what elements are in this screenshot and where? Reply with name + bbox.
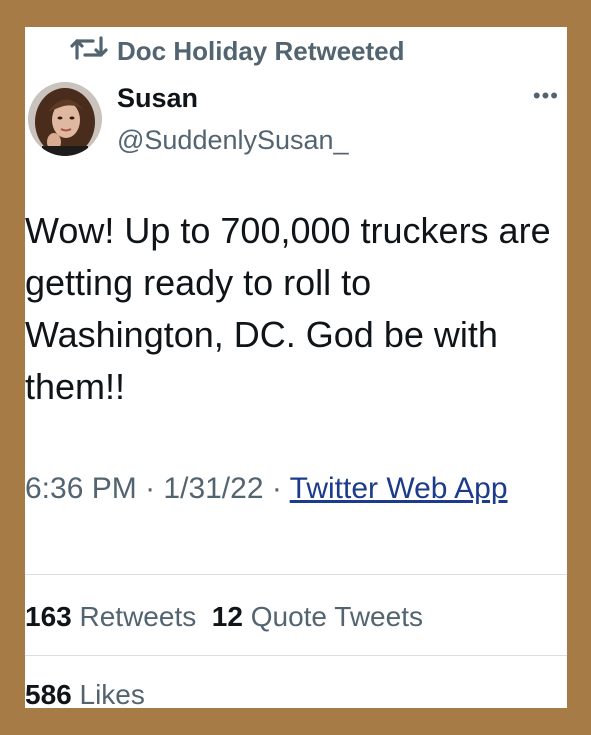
author-handle[interactable]: @SuddenlySusan_ (117, 125, 349, 156)
retweets-label: Retweets (79, 601, 197, 632)
retweets-count: 163 (25, 601, 72, 632)
quotes-count: 12 (211, 601, 243, 632)
tweet-date: 1/31/22 (163, 472, 264, 505)
likes-label: Likes (79, 679, 145, 708)
divider (25, 655, 567, 656)
retweet-label: Doc Holiday Retweeted (117, 36, 405, 66)
meta-separator: · (145, 472, 156, 505)
retweet-context[interactable]: Doc Holiday Retweeted (69, 33, 405, 70)
tweet-text: Wow! Up to 700,000 truckers are getting … (25, 210, 551, 407)
likes-stats[interactable]: 586 Likes (25, 679, 145, 708)
tweet-time: 6:36 PM (25, 472, 137, 505)
likes-count: 586 (25, 679, 72, 708)
tweet-card: Doc Holiday Retweeted Susan @SuddenlySus… (25, 27, 567, 708)
quotes-label: Quote Tweets (250, 601, 423, 632)
avatar[interactable] (28, 82, 102, 156)
author-name[interactable]: Susan (117, 83, 198, 114)
meta-separator: · (271, 472, 282, 505)
more-icon[interactable]: ••• (533, 83, 559, 109)
retweet-icon (69, 33, 109, 70)
source-link[interactable]: Twitter Web App (290, 472, 508, 505)
retweet-stats[interactable]: 163 Retweets 12 Quote Tweets (25, 601, 423, 633)
divider (25, 574, 567, 575)
tweet-meta: 6:36 PM · 1/31/22 · Twitter Web App (25, 467, 545, 510)
